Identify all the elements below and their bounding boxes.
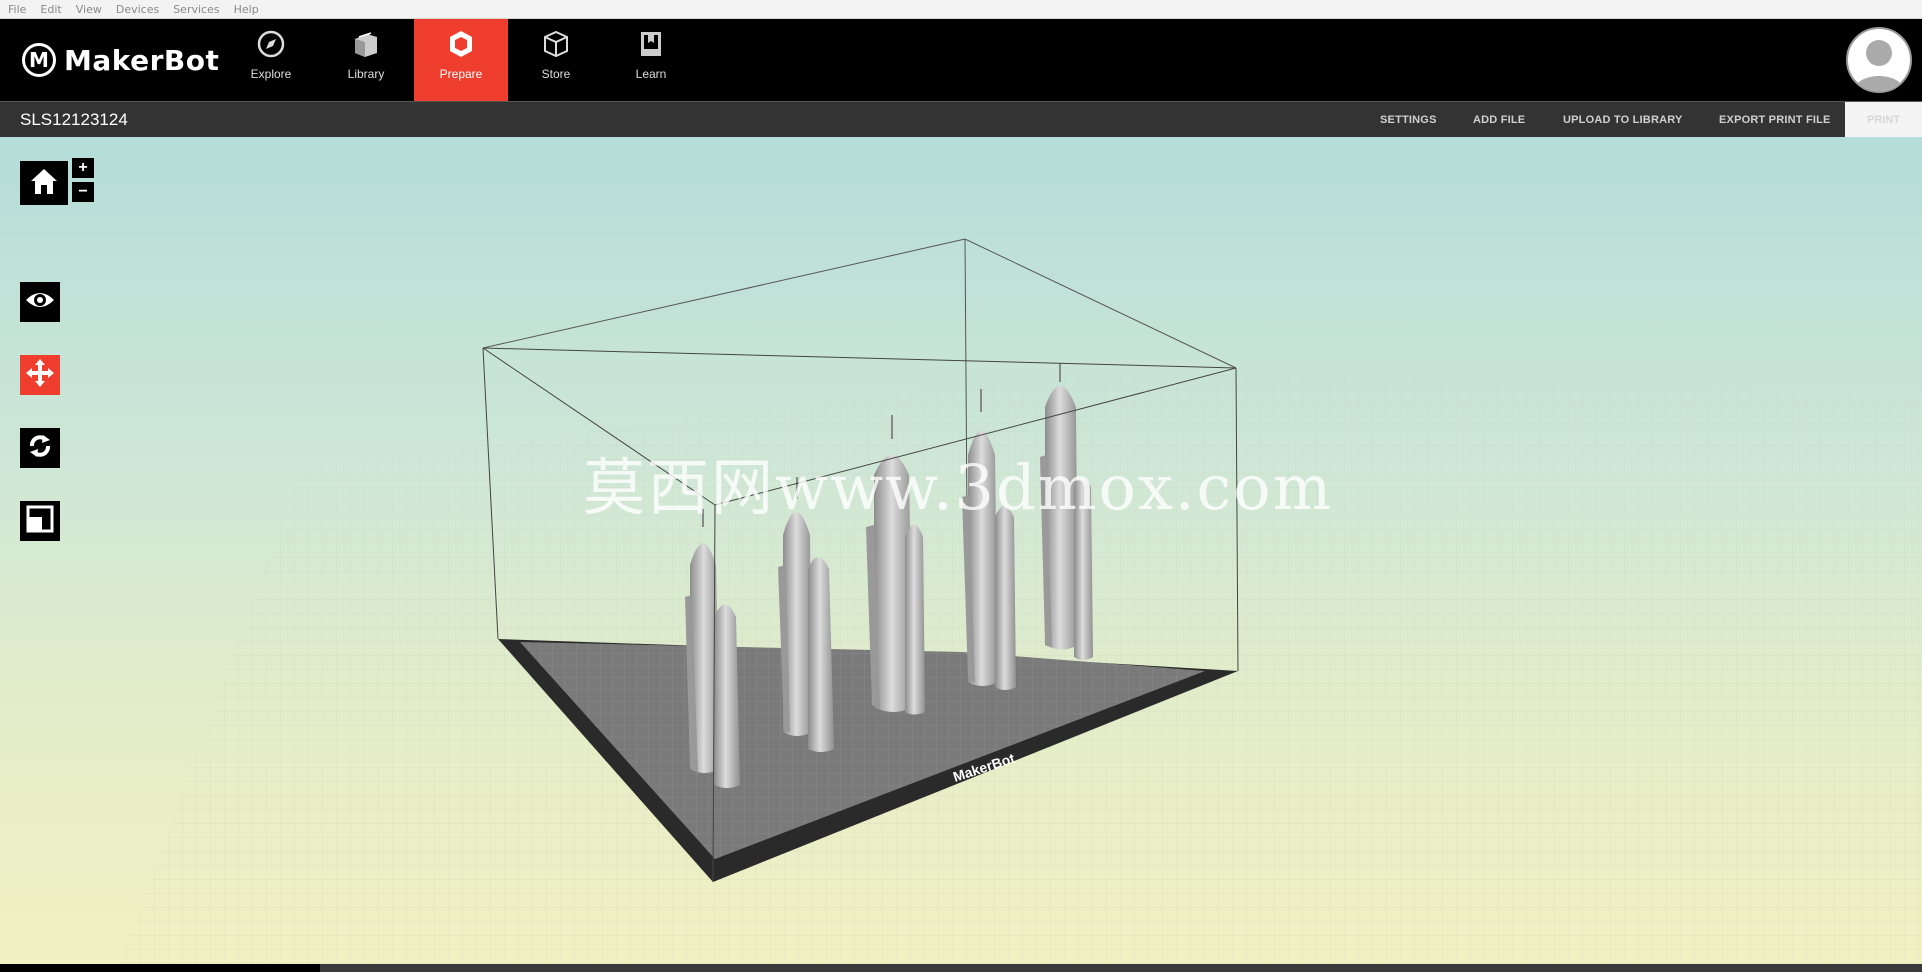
rotate-icon xyxy=(26,432,54,465)
project-title: SLS12123124 xyxy=(20,110,128,129)
scale-button[interactable] xyxy=(20,501,60,541)
tab-explore[interactable]: Explore xyxy=(224,19,318,101)
tab-learn-label: Learn xyxy=(635,67,667,81)
export-print-file-button[interactable]: EXPORT PRINT FILE xyxy=(1719,114,1831,126)
tab-prepare-label: Prepare xyxy=(439,67,483,81)
tab-library[interactable]: Library xyxy=(319,19,413,101)
tab-store-label: Store xyxy=(541,67,571,81)
user-avatar-icon[interactable] xyxy=(1846,27,1912,93)
menu-bar: File Edit View Devices Services Help xyxy=(0,0,1922,19)
status-bar xyxy=(0,964,1922,972)
box-icon xyxy=(539,27,573,61)
tab-explore-label: Explore xyxy=(250,67,292,81)
menu-devices[interactable]: Devices xyxy=(116,3,159,16)
move-icon xyxy=(25,358,55,393)
menu-view[interactable]: View xyxy=(76,3,102,16)
logo-mark: M xyxy=(22,43,56,77)
add-file-button[interactable]: ADD FILE xyxy=(1473,114,1525,126)
zoom-in-button[interactable]: + xyxy=(72,158,94,178)
eye-icon xyxy=(25,290,55,315)
menu-edit[interactable]: Edit xyxy=(40,3,61,16)
build-scene: MakerBot xyxy=(120,238,1922,964)
print-button[interactable]: PRINT xyxy=(1845,102,1922,138)
build-viewport[interactable]: MakerBot + − 莫西网www.3dmox.com xyxy=(0,137,1922,964)
settings-button[interactable]: SETTINGS xyxy=(1380,114,1437,126)
upload-to-library-button[interactable]: UPLOAD TO LIBRARY xyxy=(1563,114,1683,126)
menu-help[interactable]: Help xyxy=(234,3,259,16)
app-header: M MakerBot Explore Library Prepare Store… xyxy=(0,19,1922,101)
tab-library-label: Library xyxy=(347,67,385,81)
compass-icon xyxy=(254,27,288,61)
scale-icon xyxy=(26,505,54,538)
makerbot-logo: M MakerBot xyxy=(22,43,219,77)
library-icon xyxy=(349,27,383,61)
watermark-text: 莫西网www.3dmox.com xyxy=(583,451,1334,524)
status-bar-segment xyxy=(0,964,320,972)
zoom-out-button[interactable]: − xyxy=(72,182,94,202)
home-view-button[interactable] xyxy=(20,161,68,205)
prepare-icon xyxy=(444,27,478,61)
view-button[interactable] xyxy=(20,282,60,322)
logo-text: MakerBot xyxy=(64,43,220,77)
move-button[interactable] xyxy=(20,355,60,395)
menu-services[interactable]: Services xyxy=(173,3,219,16)
project-toolbar: SLS12123124 SETTINGS ADD FILE UPLOAD TO … xyxy=(0,101,1922,138)
home-icon xyxy=(29,167,59,200)
tab-store[interactable]: Store xyxy=(509,19,603,101)
book-icon xyxy=(634,27,668,61)
tab-prepare[interactable]: Prepare xyxy=(414,19,508,101)
tab-learn[interactable]: Learn xyxy=(604,19,698,101)
menu-file[interactable]: File xyxy=(8,3,26,16)
rotate-button[interactable] xyxy=(20,428,60,468)
